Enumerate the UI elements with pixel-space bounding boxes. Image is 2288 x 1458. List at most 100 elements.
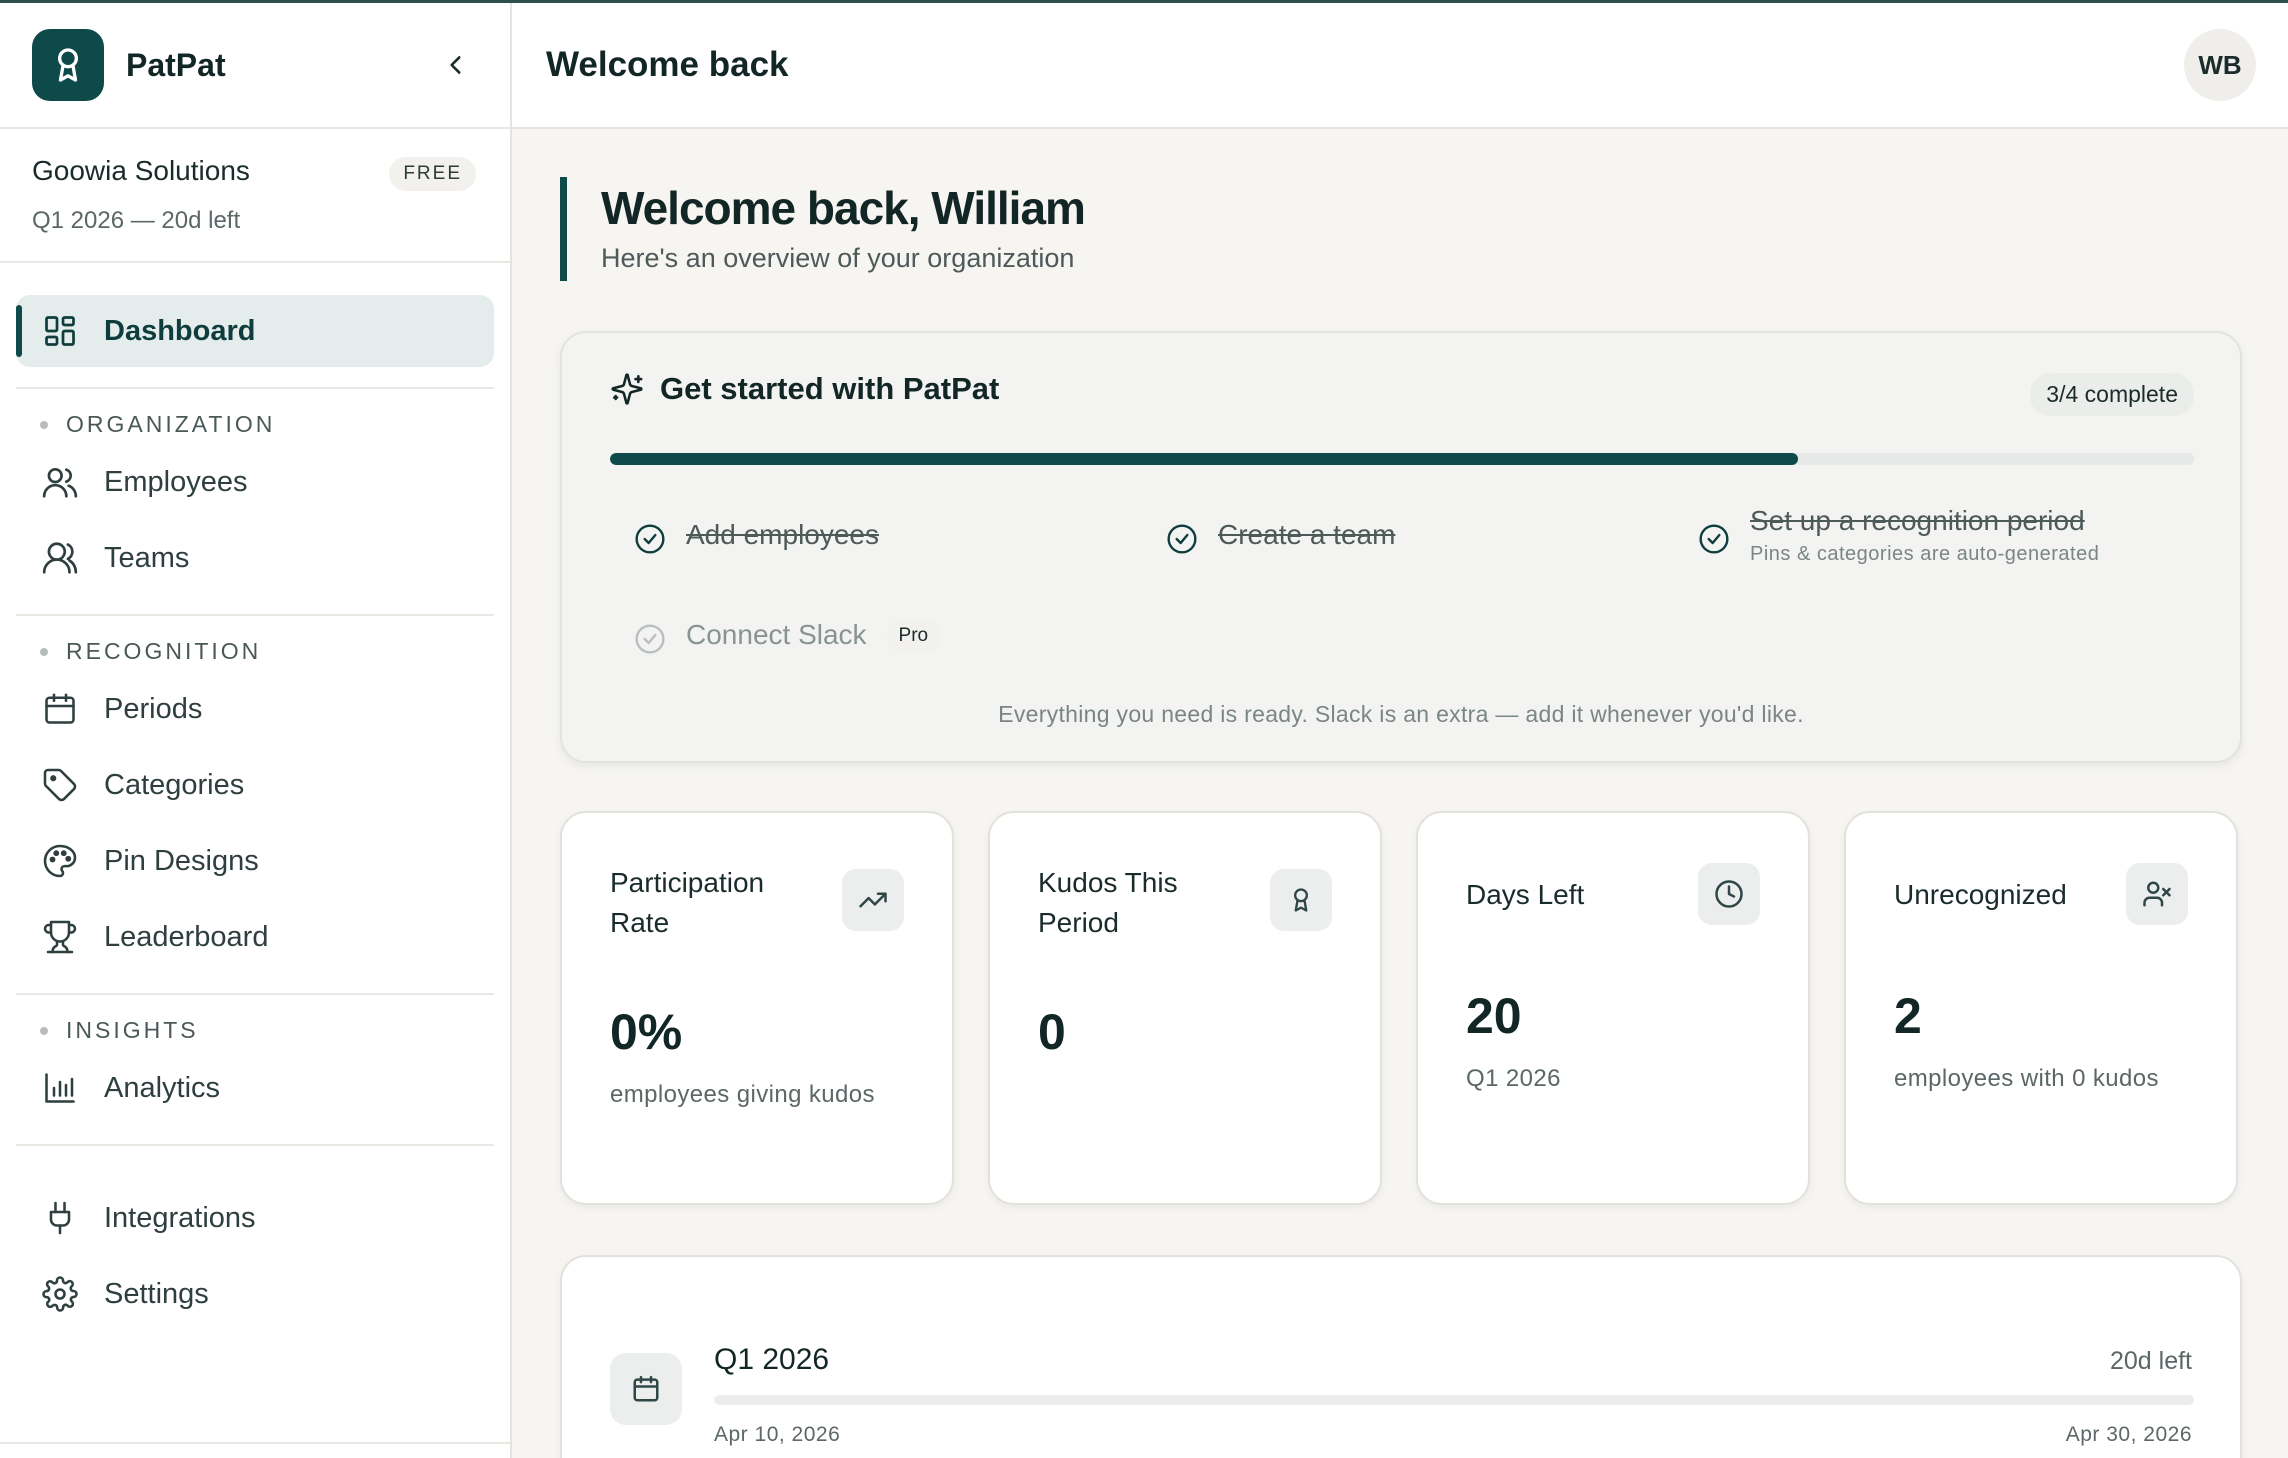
check-circle-icon (1698, 523, 1730, 555)
nav-divider (16, 614, 494, 616)
period-start-date: Apr 10, 2026 (714, 1423, 841, 1446)
team-icon (40, 538, 80, 578)
stat-value: 20 (1466, 988, 1522, 1044)
stat-card-unrecognized: Unrecognized 2 employees with 0 kudos (1844, 811, 2238, 1205)
sidebar-item-label: Dashboard (104, 314, 256, 347)
step-add-employees[interactable]: Add employees (634, 519, 879, 555)
nav-divider (16, 993, 494, 995)
user-x-icon (2126, 863, 2188, 925)
sparkles-icon (610, 372, 644, 406)
step-connect-slack[interactable]: Connect Slack Pro (634, 619, 941, 655)
top-header: Welcome back WB (512, 3, 2288, 129)
onboarding-status-badge: 3/4 complete (2030, 373, 2194, 416)
section-label-insights: INSIGHTS (16, 1017, 494, 1044)
stat-label: Participation Rate (610, 867, 765, 938)
stat-sub: Q1 2026 (1466, 1065, 1561, 1092)
stat-card-participation: Participation Rate 0% employees giving k… (560, 811, 954, 1205)
period-days-left: 20d left (2109, 1347, 2192, 1375)
sidebar-item-label: Periods (104, 692, 203, 725)
clock-icon (1698, 863, 1760, 925)
bar-chart-icon (40, 1068, 80, 1108)
stat-value: 2 (1894, 988, 1922, 1044)
brand-name: PatPat (126, 46, 226, 83)
main-content: Welcome back, William Here's an overview… (512, 131, 2288, 1458)
stat-label: Kudos This Period (1038, 867, 1178, 938)
period-name: Q1 2026 (714, 1343, 830, 1376)
sidebar-footer-divider (0, 1442, 510, 1444)
calendar-icon (610, 1353, 682, 1425)
sidebar-item-label: Employees (104, 465, 248, 498)
section-label-recognition: RECOGNITION (16, 638, 494, 665)
pro-badge: Pro (886, 621, 941, 651)
dashboard-icon (40, 311, 80, 351)
step-recognition-period[interactable]: Set up a recognition period Pins & categ… (1698, 505, 2099, 566)
plan-badge: FREE (389, 157, 476, 191)
stat-card-kudos: Kudos This Period 0 (988, 811, 1382, 1205)
step-label: Add employees (686, 519, 880, 550)
stat-card-days-left: Days Left 20 Q1 2026 (1416, 811, 1810, 1205)
stat-value: 0 (1038, 1004, 1066, 1060)
sidebar-item-employees[interactable]: Employees (16, 446, 494, 518)
sidebar-item-settings[interactable]: Settings (16, 1258, 494, 1330)
sidebar-item-categories[interactable]: Categories (16, 749, 494, 821)
period-end-date: Apr 30, 2026 (2065, 1423, 2192, 1446)
onboarding-progress-bar (610, 453, 2194, 465)
tag-icon (40, 765, 80, 805)
onboarding-note: Everything you need is ready. Slack is a… (998, 701, 1804, 727)
sidebar-item-dashboard[interactable]: Dashboard (16, 295, 494, 367)
stat-value: 0% (610, 1004, 683, 1060)
current-period-card: Q1 2026 20d left Apr 10, 2026 Apr 30, 20… (560, 1255, 2242, 1458)
check-circle-icon (634, 523, 666, 555)
sidebar-item-label: Settings (104, 1277, 209, 1310)
stat-sub: employees with 0 kudos (1894, 1065, 2159, 1092)
sidebar-item-label: Integrations (104, 1201, 256, 1234)
stat-label: Days Left (1466, 879, 1585, 910)
award-icon (1270, 869, 1332, 931)
sidebar-item-label: Pin Designs (104, 844, 259, 877)
nav-divider (16, 387, 494, 389)
sidebar-item-analytics[interactable]: Analytics (16, 1052, 494, 1124)
stat-sub: employees giving kudos (610, 1081, 875, 1108)
step-label: Set up a recognition period (1750, 505, 2085, 536)
sidebar-item-pin-designs[interactable]: Pin Designs (16, 825, 494, 897)
sidebar-item-leaderboard[interactable]: Leaderboard (16, 901, 494, 973)
collapse-sidebar-button[interactable] (434, 43, 478, 87)
check-circle-icon (1166, 523, 1198, 555)
sidebar-item-label: Analytics (104, 1071, 221, 1104)
onboarding-progress-fill (610, 453, 1798, 465)
sidebar-item-label: Categories (104, 768, 245, 801)
period-progress-bar (714, 1395, 2194, 1405)
user-avatar[interactable]: WB (2184, 29, 2256, 101)
onboarding-title: Get started with PatPat (610, 371, 999, 407)
users-icon (40, 462, 80, 502)
step-label: Connect Slack (686, 619, 867, 650)
sidebar-item-integrations[interactable]: Integrations (16, 1182, 494, 1254)
patpat-logo-icon[interactable] (32, 29, 104, 101)
step-create-team[interactable]: Create a team (1166, 519, 1395, 555)
gear-icon (40, 1274, 80, 1314)
sidebar-item-teams[interactable]: Teams (16, 522, 494, 594)
welcome-title: Welcome back, William (601, 182, 1086, 234)
chevron-left-icon (450, 56, 461, 74)
brand-header: PatPat (0, 3, 510, 129)
plug-icon (40, 1198, 80, 1238)
stat-label: Unrecognized (1894, 879, 2067, 910)
palette-icon (40, 841, 80, 881)
sidebar: PatPat Goowia Solutions FREE Q1 2026 — 2… (0, 3, 512, 1458)
org-period: Q1 2026 — 20d left (32, 207, 241, 234)
step-label: Create a team (1218, 519, 1396, 550)
trophy-icon (40, 917, 80, 957)
nav-divider (16, 1144, 494, 1146)
welcome-banner: Welcome back, William Here's an overview… (560, 177, 1086, 281)
sidebar-item-periods[interactable]: Periods (16, 673, 494, 745)
sidebar-item-label: Teams (104, 541, 190, 574)
trending-up-icon (842, 869, 904, 931)
sidebar-item-label: Leaderboard (104, 920, 269, 953)
calendar-icon (40, 689, 80, 729)
section-label-organization: ORGANIZATION (16, 411, 494, 438)
page-title: Welcome back (546, 45, 789, 84)
sidebar-nav: Dashboard ORGANIZATION Employees Teams R… (0, 263, 510, 1330)
org-switcher[interactable]: Goowia Solutions FREE Q1 2026 — 20d left (0, 129, 510, 263)
onboarding-card: Get started with PatPat 3/4 complete Add… (560, 331, 2242, 763)
step-sublabel: Pins & categories are auto-generated (1750, 543, 2100, 565)
